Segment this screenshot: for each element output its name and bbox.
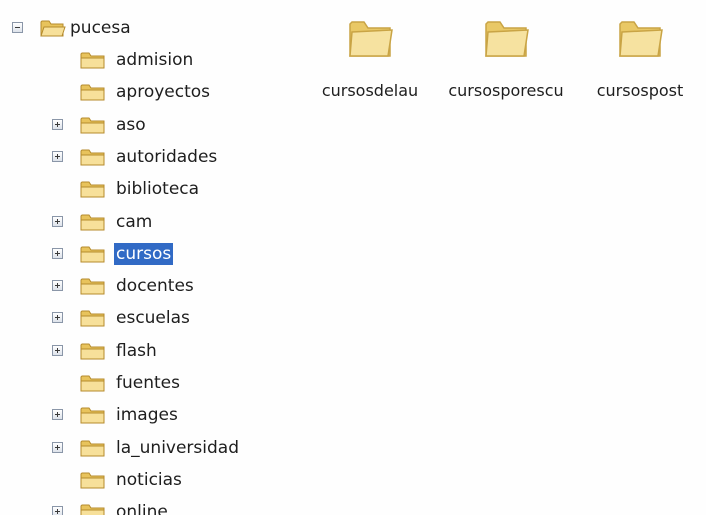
tree-item-biblioteca[interactable]: biblioteca [0, 175, 300, 205]
folder-open-icon [40, 20, 66, 37]
expand-icon[interactable] [52, 119, 63, 130]
folder-icon [349, 21, 393, 57]
folder-icon [80, 84, 105, 101]
folder-icon [485, 21, 529, 57]
tree-item-label: biblioteca [116, 179, 200, 199]
tree-item-aproyectos[interactable]: aproyectos [0, 78, 300, 108]
folder-contents-pane: cursosdelau cursosporescu cursospost [300, 0, 706, 515]
folder-item[interactable]: cursosporescu [436, 0, 576, 120]
explorer-window: pucesa admision aproyectos aso autoridades b… [0, 0, 706, 515]
tree-item-label: cam [116, 212, 153, 232]
tree-item-docentes[interactable]: docentes [0, 272, 300, 302]
tree-item-label: flash [116, 341, 157, 361]
tree-item-label: la_universidad [116, 438, 240, 458]
expand-icon[interactable] [52, 216, 63, 227]
folder-icon [80, 375, 105, 392]
tree-root-pucesa[interactable]: pucesa [0, 14, 300, 44]
tree-item-label: docentes [116, 276, 194, 296]
folder-icon [619, 21, 663, 57]
tree-item-label: aso [116, 115, 146, 135]
tree-item-aso[interactable]: aso [0, 111, 300, 141]
expand-icon[interactable] [52, 280, 63, 291]
folder-icon [80, 214, 105, 231]
tree-item-noticias[interactable]: noticias [0, 466, 300, 496]
collapse-icon[interactable] [12, 22, 23, 33]
tree-root-label: pucesa [70, 18, 131, 38]
expand-icon[interactable] [52, 345, 63, 356]
tree-item-label: fuentes [116, 373, 180, 393]
folder-icon [80, 440, 105, 457]
folder-icon [80, 343, 105, 360]
expand-icon[interactable] [52, 442, 63, 453]
folder-icon [80, 310, 105, 327]
tree-item-label: aproyectos [116, 82, 211, 102]
folder-item[interactable]: cursosdelau [300, 0, 440, 120]
expand-icon[interactable] [52, 506, 63, 515]
expand-icon[interactable] [52, 409, 63, 420]
tree-item-flash[interactable]: flash [0, 337, 300, 367]
tree-item-fuentes[interactable]: fuentes [0, 369, 300, 399]
tree-item-cursos[interactable]: cursos [0, 240, 300, 270]
folder-item[interactable]: cursospost [570, 0, 706, 120]
folder-tree: pucesa admision aproyectos aso autoridades b… [0, 0, 300, 515]
expand-icon[interactable] [52, 248, 63, 259]
tree-item-la-universidad[interactable]: la_universidad [0, 434, 300, 464]
folder-icon [80, 246, 105, 263]
tree-item-images[interactable]: images [0, 401, 300, 431]
tree-item-label: admision [116, 50, 194, 70]
tree-item-online[interactable]: online [0, 498, 300, 515]
folder-icon [80, 149, 105, 166]
tree-item-label: online [116, 502, 168, 515]
folder-icon [80, 472, 105, 489]
tree-item-label: cursos [114, 243, 174, 265]
folder-label: cursospost [596, 81, 684, 100]
folder-label: cursosporescu [448, 81, 564, 100]
folder-icon [80, 278, 105, 295]
folder-icon [80, 407, 105, 424]
expand-icon[interactable] [52, 312, 63, 323]
folder-icon [80, 504, 105, 515]
expand-icon[interactable] [52, 151, 63, 162]
tree-item-label: escuelas [116, 308, 190, 328]
tree-item-cam[interactable]: cam [0, 208, 300, 238]
folder-icon [80, 181, 105, 198]
tree-item-label: noticias [116, 470, 182, 490]
folder-icon [80, 117, 105, 134]
tree-item-label: autoridades [116, 147, 218, 167]
tree-item-admision[interactable]: admision [0, 46, 300, 76]
folder-icon [80, 52, 105, 69]
folder-label: cursosdelau [321, 81, 419, 100]
tree-item-autoridades[interactable]: autoridades [0, 143, 300, 173]
tree-item-escuelas[interactable]: escuelas [0, 304, 300, 334]
tree-item-label: images [116, 405, 178, 425]
